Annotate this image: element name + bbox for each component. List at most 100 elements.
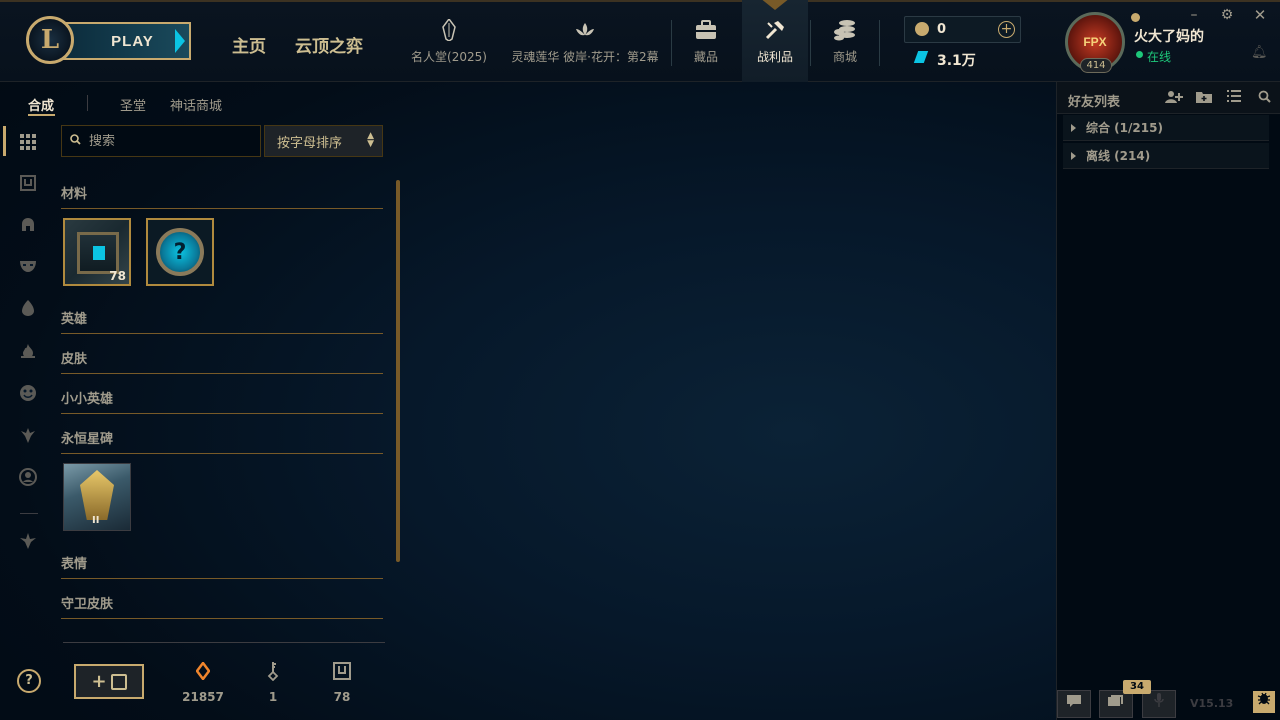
- nav-separator: [810, 20, 811, 66]
- mystery-symbol: ?: [173, 239, 187, 265]
- orange-essence-icon: [196, 660, 210, 682]
- expand-arrow-icon: [1071, 123, 1076, 132]
- active-tab-chevron: [760, 0, 790, 12]
- chest-icon: [333, 660, 351, 682]
- flame-icon[interactable]: [17, 340, 39, 362]
- status-dot-icon: [1136, 51, 1143, 58]
- scrollbar[interactable]: [396, 180, 400, 562]
- eternal-item[interactable]: II: [63, 463, 131, 531]
- nav-event[interactable]: 灵魂莲华 彼岸·花开：第2幕: [509, 18, 661, 65]
- tab-craft[interactable]: 合成: [28, 95, 54, 114]
- friend-group-general[interactable]: 综合 (1/215): [1063, 115, 1269, 141]
- item-tier: II: [92, 515, 100, 526]
- bell-icon[interactable]: 🔔︎: [1251, 45, 1268, 61]
- friend-group-offline[interactable]: 离线 (214): [1063, 143, 1269, 169]
- riot-points-box: 0 +: [904, 16, 1021, 43]
- news-count-badge: 34: [1123, 680, 1151, 694]
- social-footer: [1057, 686, 1280, 720]
- nav-separator: [879, 20, 880, 66]
- help-button[interactable]: ?: [17, 669, 41, 693]
- friend-group-label: 离线 (214): [1086, 149, 1151, 163]
- riot-points-value: 0: [937, 22, 947, 37]
- hextech-gem-icon: [93, 246, 105, 260]
- nav-loot[interactable]: 战利品: [742, 0, 808, 82]
- tab-separator: [87, 95, 88, 111]
- panel-divider: [63, 642, 385, 643]
- league-logo-icon[interactable]: L: [26, 16, 74, 64]
- keys-stat: 1: [243, 660, 303, 704]
- nav-collection[interactable]: 藏品: [686, 18, 726, 65]
- close-icon[interactable]: ✕: [1251, 6, 1269, 24]
- category-materials[interactable]: 材料: [61, 183, 383, 209]
- riot-points-icon: [915, 22, 929, 36]
- buy-rp-button[interactable]: +: [998, 21, 1015, 38]
- tft-icon[interactable]: [17, 530, 39, 552]
- add-folder-icon[interactable]: [1195, 90, 1213, 106]
- mystery-item[interactable]: ?: [146, 218, 214, 286]
- nav-home[interactable]: 主页: [232, 32, 266, 57]
- nav-store-label: 商城: [832, 50, 857, 64]
- add-friend-icon[interactable]: [1165, 90, 1183, 106]
- sort-dropdown[interactable]: 按字母排序 ▲ ▼: [264, 125, 383, 157]
- mask-icon[interactable]: [17, 255, 39, 277]
- crafting-icon: [763, 18, 787, 42]
- tab-mythic-shop[interactable]: 神话商城: [170, 95, 222, 114]
- top-gold-line: [0, 0, 1280, 2]
- category-emotes[interactable]: 表情: [61, 553, 383, 579]
- tab-sanctum[interactable]: 圣堂: [120, 95, 146, 114]
- chat-icon[interactable]: [1057, 690, 1091, 718]
- nav-loot-label: 战利品: [756, 50, 793, 64]
- play-button[interactable]: PLAY: [56, 22, 191, 60]
- play-label: PLAY: [111, 32, 154, 50]
- profile-status[interactable]: 在线: [1147, 48, 1171, 65]
- emote-face-icon[interactable]: [17, 382, 39, 404]
- top-navigation-bar: PLAY L 主页 云顶之弈 名人堂(2025) 灵魂莲华 彼岸·花开：第2幕 …: [0, 0, 1280, 82]
- friend-group-label: 综合 (1/215): [1086, 121, 1163, 135]
- rail-separator: [20, 513, 38, 514]
- nav-store[interactable]: 商城: [825, 18, 865, 65]
- category-champions[interactable]: 英雄: [61, 308, 383, 334]
- champion-figure-icon: [80, 470, 114, 520]
- nav-hall-of-legends[interactable]: 名人堂(2025): [410, 18, 488, 65]
- profile-icon[interactable]: [17, 466, 39, 488]
- profile-name[interactable]: 火大了妈的: [1134, 26, 1204, 46]
- blue-essence-icon: [913, 51, 929, 63]
- profile-level: 414: [1080, 58, 1112, 73]
- category-ward-skins[interactable]: 守卫皮肤: [61, 593, 383, 619]
- ward-icon[interactable]: [17, 424, 39, 446]
- friends-panel: 好友列表 综合 (1/215) 离线 (214): [1056, 82, 1280, 720]
- crystal-icon: [437, 18, 461, 42]
- microphone-icon[interactable]: [1142, 690, 1176, 718]
- minimize-icon[interactable]: –: [1185, 6, 1203, 24]
- client-window: PLAY L 主页 云顶之弈 名人堂(2025) 灵魂莲华 彼岸·花开：第2幕 …: [0, 0, 1280, 720]
- list-view-icon[interactable]: [1225, 90, 1243, 106]
- avatar-text: FPX: [1083, 35, 1107, 49]
- gear-icon[interactable]: ⚙: [1218, 6, 1236, 24]
- plus-icon: +: [91, 671, 107, 692]
- friends-header: 好友列表: [1057, 82, 1280, 114]
- friends-title: 好友列表: [1068, 95, 1121, 110]
- add-chest-button[interactable]: +: [74, 664, 144, 699]
- category-eternals[interactable]: 永恒星碑: [61, 428, 383, 454]
- hextech-chest-item[interactable]: 78: [63, 218, 131, 286]
- category-skins[interactable]: 皮肤: [61, 348, 383, 374]
- search-input[interactable]: [89, 133, 239, 149]
- blue-essence-value: 3.1万: [937, 53, 976, 69]
- tab-active-underline: [28, 114, 55, 116]
- question-orb-icon: ?: [156, 228, 204, 276]
- logo-letter: L: [40, 25, 60, 55]
- nav-tft[interactable]: 云顶之弈: [295, 32, 363, 57]
- news-icon[interactable]: [1099, 690, 1133, 718]
- chest-icon: [110, 673, 127, 690]
- helmet-icon[interactable]: [17, 214, 39, 236]
- chest-icon[interactable]: [17, 172, 39, 194]
- egg-icon[interactable]: [17, 297, 39, 319]
- bug-report-icon[interactable]: [1253, 691, 1275, 713]
- notification-dot: [1131, 13, 1140, 22]
- category-little-legends[interactable]: 小小英雄: [61, 388, 383, 414]
- search-field[interactable]: [61, 125, 261, 157]
- coins-icon: [833, 18, 857, 42]
- nav-separator: [671, 20, 672, 66]
- grid-icon[interactable]: [17, 131, 39, 153]
- search-icon[interactable]: [1255, 90, 1273, 106]
